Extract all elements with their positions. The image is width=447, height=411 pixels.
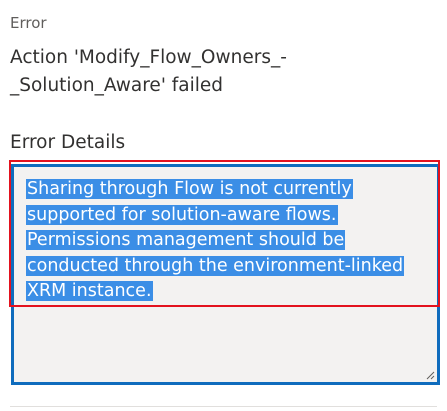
resize-grip-icon[interactable] — [425, 370, 435, 380]
error-details-textarea[interactable]: Sharing through Flow is not currently su… — [11, 164, 440, 385]
error-message: Action 'Modify_Flow_Owners_-_Solution_Aw… — [10, 47, 287, 96]
error-label: Error — [10, 14, 47, 32]
error-details-label: Error Details — [10, 132, 126, 153]
selected-text: Sharing through Flow is not currently su… — [26, 179, 405, 301]
error-details-text: Sharing through Flow is not currently su… — [26, 177, 436, 305]
divider — [10, 406, 437, 407]
